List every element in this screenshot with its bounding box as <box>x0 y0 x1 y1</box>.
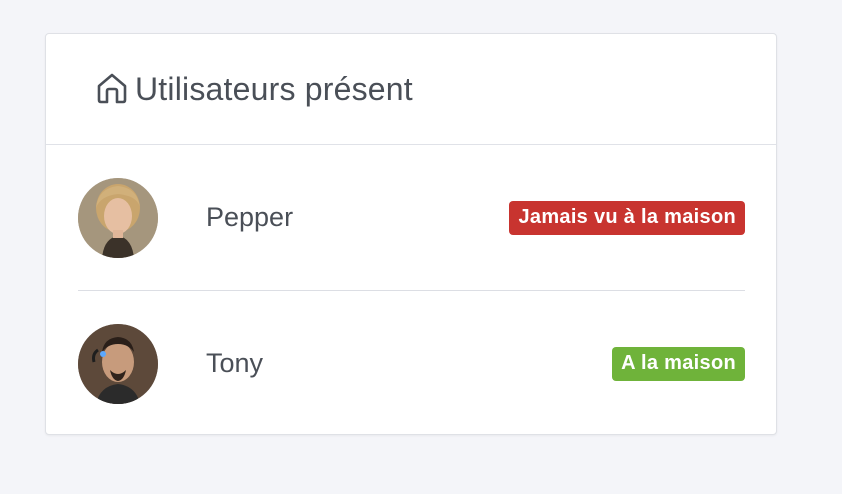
avatar <box>78 323 158 404</box>
user-name: Pepper <box>206 202 294 232</box>
user-list: Pepper Jamais vu à la maison Tony A la m… <box>46 145 776 436</box>
card-title: Utilisateurs présent <box>135 70 413 107</box>
user-name: Tony <box>206 348 264 378</box>
card-header: Utilisateurs présent <box>46 34 776 145</box>
status-badge: A la maison <box>612 346 745 381</box>
status-badge: Jamais vu à la maison <box>509 200 745 235</box>
user-row-pepper[interactable]: Pepper Jamais vu à la maison <box>78 145 745 290</box>
users-present-card: Utilisateurs présent Pepper Jamais vu à … <box>45 33 777 435</box>
home-icon <box>95 71 129 105</box>
avatar <box>78 177 158 258</box>
user-row-tony[interactable]: Tony A la maison <box>78 290 745 436</box>
